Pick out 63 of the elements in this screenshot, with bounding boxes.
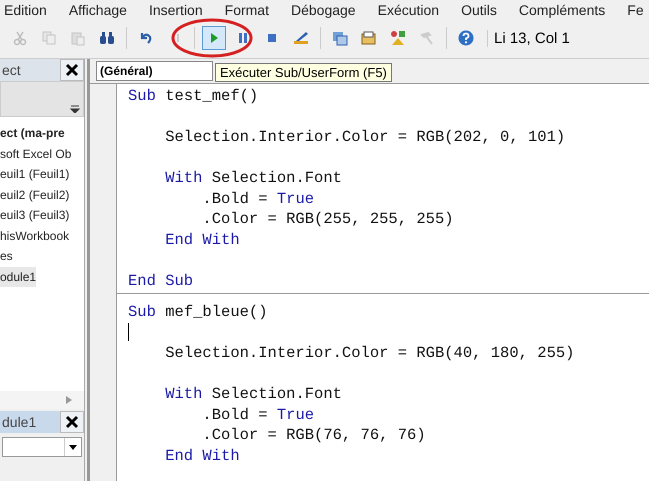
ruler-pencil-icon <box>294 32 308 44</box>
tree-item[interactable]: euil3 (Feuil3) <box>0 205 70 226</box>
undo-icon <box>140 32 152 44</box>
close-icon <box>65 415 79 429</box>
code-text: .Bold = <box>202 406 268 424</box>
menu-item[interactable]: Fe <box>627 2 644 18</box>
tree-item[interactable]: es <box>0 246 13 266</box>
menu-item[interactable]: Débogage <box>290 2 356 18</box>
code-keyword: With <box>165 385 202 403</box>
code-text: .Color = RGB(76, 76, 76) <box>202 426 426 444</box>
tree-item[interactable]: odule1 <box>0 266 36 287</box>
code-keyword: With <box>165 169 202 187</box>
code-keyword: True <box>276 190 314 208</box>
code-text: Selection.Interior.Color = RGB(202, 0, 101) <box>165 128 566 146</box>
menu-item[interactable]: Affichage <box>68 2 127 18</box>
close-button[interactable] <box>60 411 84 433</box>
code-text: test_mef() <box>165 87 258 105</box>
close-button[interactable] <box>60 59 84 81</box>
help-icon <box>458 30 474 46</box>
properties-icon <box>362 32 376 44</box>
code-keyword: End With <box>165 230 240 248</box>
menu-item[interactable]: Edition <box>4 2 47 18</box>
tree-item[interactable]: euil1 (Feuil1) <box>0 164 70 184</box>
code-keyword: End Sub <box>128 272 194 290</box>
code-keyword: End With <box>165 446 240 464</box>
shapes-icon <box>391 31 405 45</box>
menu-item[interactable]: Insertion <box>148 2 203 18</box>
code-keyword: True <box>276 406 314 424</box>
play-icon <box>211 33 218 43</box>
menu-item[interactable]: Exécution <box>378 2 440 18</box>
tree-item[interactable]: ect (ma-pre <box>0 123 65 144</box>
stop-icon <box>268 34 276 42</box>
tooltip: Exécuter Sub/UserForm (F5) <box>215 62 392 82</box>
code-text: Selection.Interior.Color = RGB(40, 180, 255) <box>165 344 574 362</box>
paste-icon <box>72 32 84 46</box>
menu-item[interactable]: Compléments <box>518 2 606 18</box>
caret-icon <box>70 103 80 113</box>
panel-title: ect <box>1 62 21 78</box>
scroll-right-icon <box>66 396 72 404</box>
tree-item[interactable]: hisWorkbook <box>0 226 70 246</box>
cursor-position: Li 13, Col 1 <box>487 30 570 46</box>
code-text: .Bold = <box>202 190 268 208</box>
binoculars-icon <box>100 32 114 44</box>
code-text: mef_bleue() <box>165 303 268 321</box>
text-cursor <box>128 323 129 342</box>
pause-icon <box>239 33 247 43</box>
dropdown-arrow-icon <box>69 444 77 450</box>
close-icon <box>65 63 79 77</box>
project-explorer-icon <box>333 32 348 46</box>
menu-item[interactable]: Format <box>224 2 269 18</box>
code-keyword: Sub <box>128 87 156 105</box>
hammer-icon <box>421 32 433 45</box>
tree-item[interactable]: euil2 (Feuil2) <box>0 184 70 205</box>
tree-item[interactable]: soft Excel Ob <box>0 144 72 164</box>
scissors-icon <box>14 31 26 46</box>
object-dropdown[interactable]: (Général) <box>96 61 213 81</box>
code-keyword: Sub <box>128 303 156 321</box>
menu-item[interactable]: Outils <box>461 2 497 18</box>
copy-icon <box>42 32 56 44</box>
code-text: .Color = RGB(255, 255, 255) <box>202 210 454 228</box>
panel-title: dule1 <box>1 414 36 430</box>
code-text: Selection.Font <box>212 385 342 403</box>
code-text: Selection.Font <box>212 169 342 187</box>
